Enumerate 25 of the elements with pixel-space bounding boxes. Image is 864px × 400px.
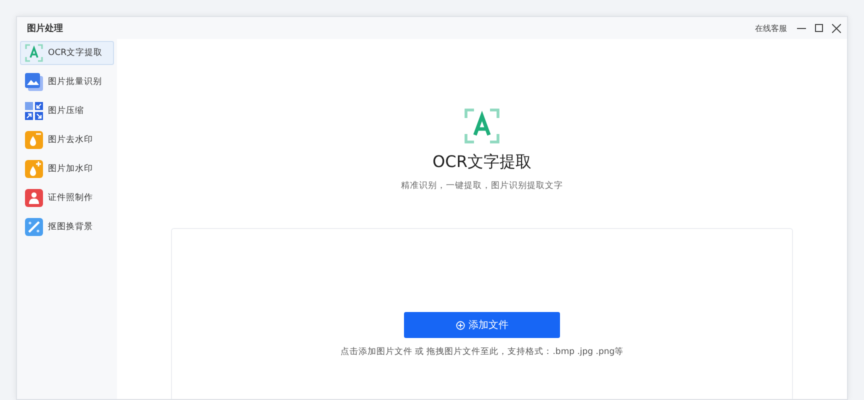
feature-subtitle: 精准识别，一键提取，图片识别提取文字 (401, 180, 563, 192)
add-file-button[interactable]: 添加文件 (404, 312, 560, 338)
sidebar-item[interactable]: 证件照制作 (20, 186, 114, 210)
sidebar-item[interactable]: 图片加水印 (20, 157, 114, 181)
sidebar-item[interactable]: 图片去水印 (20, 128, 114, 152)
compress-arrows-icon (25, 102, 43, 120)
image-stack-icon (25, 73, 43, 91)
window-title: 图片处理 (27, 22, 63, 34)
sidebar-item[interactable]: 图片批量识别 (20, 70, 114, 94)
id-photo-person-icon (25, 189, 43, 207)
letter-a-frame-icon (25, 44, 43, 62)
sidebar-item[interactable]: OCR文字提取 (20, 41, 114, 65)
drop-zone[interactable]: 添加文件 点击添加图片文件 或 拖拽图片文件至此，支持格式：.bmp .jpg .png等 (171, 228, 793, 399)
close-icon[interactable] (832, 24, 841, 32)
feature-title: OCR文字提取 (432, 152, 532, 173)
online-support-link[interactable]: 在线客服 (755, 22, 787, 34)
plus-circle-icon (456, 320, 464, 330)
sidebar-item[interactable]: 抠图换背景 (20, 215, 114, 239)
cutout-wand-icon (25, 218, 43, 236)
sidebar-item[interactable]: 图片压缩 (20, 99, 114, 123)
supported-formats-hint: 点击添加图片文件 或 拖拽图片文件至此，支持格式：.bmp .jpg .png等 (340, 346, 624, 358)
maximize-icon[interactable] (815, 24, 823, 32)
letter-a-frame-icon (464, 108, 500, 144)
droplet-plus-icon (25, 160, 43, 178)
droplet-minus-icon (25, 131, 43, 149)
